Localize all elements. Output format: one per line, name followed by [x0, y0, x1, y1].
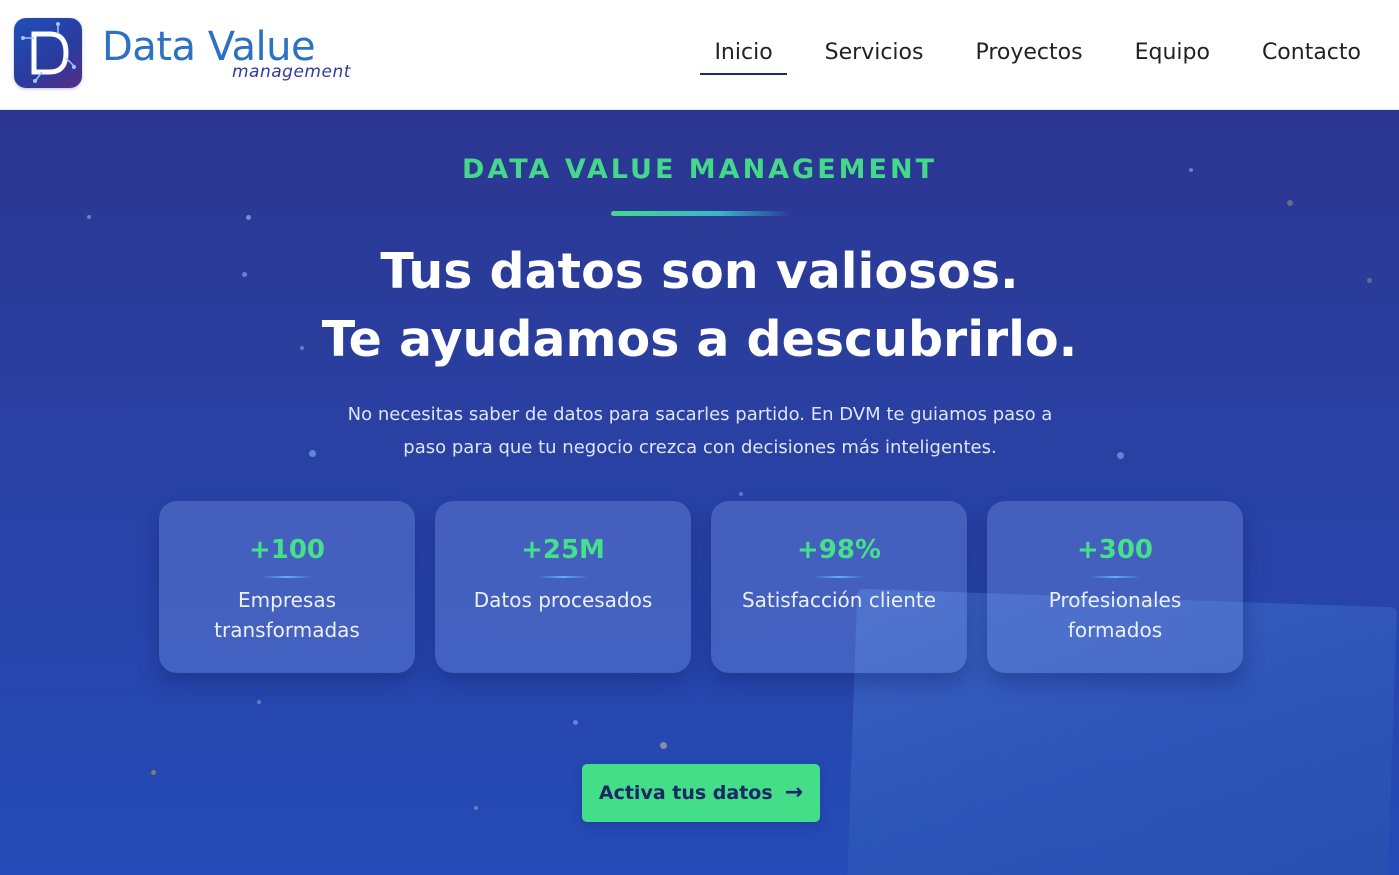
stat-divider: [814, 576, 864, 578]
stat-divider: [1090, 576, 1140, 578]
nav-item-proyectos[interactable]: Proyectos: [961, 36, 1096, 75]
logo-wordmark: Data Value management: [102, 21, 402, 85]
stat-card: +98% Satisfacción cliente: [711, 501, 967, 673]
decor-dot: [151, 770, 156, 775]
decor-dot: [246, 215, 251, 220]
stat-label: Profesionales formados: [1048, 588, 1182, 642]
decor-dot: [739, 492, 743, 496]
headline-line-1: Tus datos son valiosos.: [380, 243, 1019, 300]
stat-label: Satisfacción cliente: [741, 588, 937, 612]
hero-headline: Tus datos son valiosos. Te ayudamos a de…: [0, 238, 1399, 374]
decor-dot: [1287, 200, 1293, 206]
decor-dot: [573, 720, 578, 725]
stat-divider: [262, 576, 312, 578]
logo-subtitle: management: [232, 62, 351, 82]
decor-dot: [309, 450, 316, 457]
decor-dot: [660, 742, 667, 749]
decor-dot: [1117, 452, 1124, 459]
headline-line-2: Te ayudamos a descubrirlo.: [321, 311, 1078, 368]
activate-data-button[interactable]: Activa tus datos →: [582, 764, 820, 822]
nav-item-inicio[interactable]: Inicio: [700, 36, 787, 75]
decor-dot: [257, 700, 261, 704]
stat-value: +300: [1076, 535, 1154, 565]
main-nav: Inicio Servicios Proyectos Equipo Contac…: [676, 36, 1375, 75]
cta-label: Activa tus datos: [598, 782, 773, 804]
stat-label: Empresas transformadas: [214, 588, 360, 642]
stat-label: Datos procesados: [473, 588, 653, 612]
nav-item-contacto[interactable]: Contacto: [1248, 36, 1375, 75]
logo[interactable]: Data Value management: [14, 18, 402, 88]
stats-row: +100 Empresas transformadas +25M Datos p…: [159, 501, 1263, 673]
decor-dot: [474, 806, 478, 810]
stat-value: +98%: [796, 535, 882, 565]
stat-card: +25M Datos procesados: [435, 501, 691, 673]
nav-item-equipo[interactable]: Equipo: [1121, 36, 1224, 75]
hero-eyebrow: DATA VALUE MANAGEMENT: [462, 154, 937, 185]
logo-icon: [14, 18, 82, 88]
stat-card: +300 Profesionales formados: [987, 501, 1243, 673]
hero-subtitle: No necesitas saber de datos para sacarle…: [347, 404, 1053, 458]
logo-title: Data Value: [102, 24, 316, 70]
stat-card: +100 Empresas transformadas: [159, 501, 415, 673]
stat-divider: [538, 576, 588, 578]
eyebrow-underline: [611, 211, 791, 216]
stat-value: +25M: [521, 535, 605, 565]
hero-section: DATA VALUE MANAGEMENT Tus datos son vali…: [0, 110, 1399, 875]
arrow-right-icon: →: [784, 780, 804, 805]
site-header: Data Value management Inicio Servicios P…: [0, 0, 1399, 110]
stat-value: +100: [248, 535, 326, 565]
decor-dot: [87, 215, 91, 219]
nav-item-servicios[interactable]: Servicios: [811, 36, 938, 75]
